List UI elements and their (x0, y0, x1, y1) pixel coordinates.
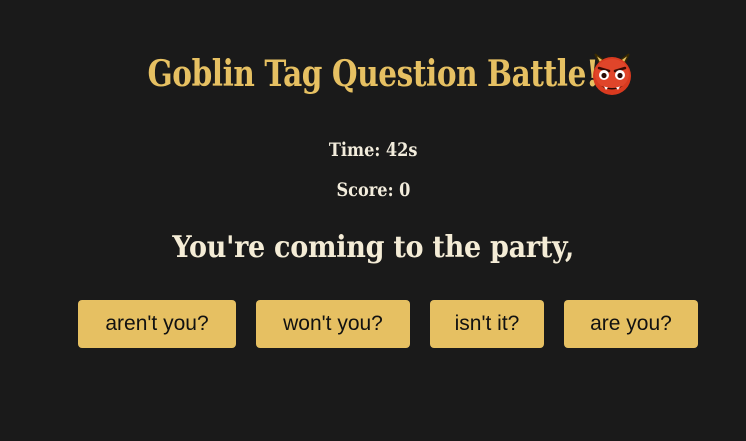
score-text: Score: 0 (336, 179, 410, 201)
answer-options: aren't you? won't you? isn't it? are you… (0, 300, 746, 348)
game-title: Goblin Tag Question Battle! (147, 53, 599, 95)
answer-button-are-you[interactable]: are you? (564, 300, 698, 348)
question-prompt: You're coming to the party, (0, 230, 746, 265)
question-text: You're coming to the party, (172, 230, 574, 265)
timer-display: Time: 42s (0, 139, 746, 161)
goblin-face-icon (593, 53, 631, 95)
game-screen: Goblin Tag Question Battle! Time: 42s Sc… (0, 0, 746, 441)
answer-button-wont-you[interactable]: won't you? (256, 300, 410, 348)
timer-text: Time: 42s (328, 139, 418, 161)
answer-button-arent-you[interactable]: aren't you? (78, 300, 236, 348)
answer-button-isnt-it[interactable]: isn't it? (430, 300, 544, 348)
score-display: Score: 0 (0, 179, 746, 201)
